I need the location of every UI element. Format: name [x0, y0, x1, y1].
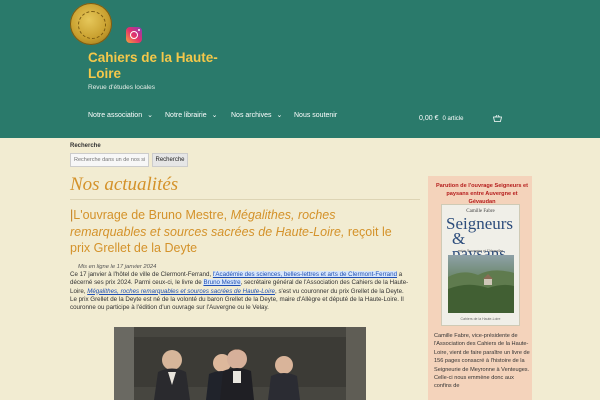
nav-item-label: Nos archives [231, 112, 272, 119]
chevron-down-icon: ⌄ [147, 112, 153, 119]
site-tagline: Revue d'études locales [88, 84, 156, 91]
page-title: Nos actualités [70, 174, 179, 195]
landscape-illustration [448, 270, 514, 313]
logo-ring [78, 11, 106, 39]
cart-link[interactable]: 0,00 € 0 article [419, 115, 503, 122]
sidebar-heading[interactable]: Parution de l'ouvrage Seigneurs et paysa… [434, 182, 530, 206]
post-body: Ce 17 janvier à l'hôtel de ville de Cler… [70, 271, 416, 312]
book-subtitle: entre Auvergne et Gévaudan [457, 248, 504, 253]
text: , s'est vu couronner du prix Grellet de … [275, 287, 404, 295]
instagram-ring [130, 31, 138, 39]
sidebar-text: Camille Fabre, vice-présidente de l'Asso… [434, 333, 530, 390]
post-title-part1: L'ouvrage de Bruno Mestre, [73, 208, 231, 222]
basket-icon [493, 115, 503, 122]
paragraph-2: Le prix Grellet de la Deyte est né de la… [70, 295, 404, 312]
book-link[interactable]: Mégalithes, roches remarquables et sourc… [87, 288, 275, 295]
nav-item-soutenir[interactable]: Nous soutenir [294, 112, 337, 119]
book-publisher: Cahiers de la Haute-Loire [460, 317, 501, 321]
site-title[interactable]: Cahiers de la Haute-Loire [88, 50, 248, 82]
text: Ce 17 janvier à l'hôtel de ville de Cler… [70, 271, 213, 278]
search-button[interactable]: Recherche [152, 153, 188, 167]
site-header: Cahiers de la Haute-Loire Revue d'études… [0, 0, 600, 138]
paragraph-1: Ce 17 janvier à l'hôtel de ville de Cler… [70, 271, 416, 296]
divider [70, 199, 420, 200]
academie-link[interactable]: l'Académie des sciences, belles-lettres … [212, 271, 398, 278]
nav-item-label: Notre librairie [165, 112, 207, 119]
award-photo [114, 327, 366, 400]
nav-item-librairie[interactable]: Notre librairie ⌄ [165, 112, 218, 119]
search-label: Recherche [70, 143, 101, 149]
nav-item-association[interactable]: Notre association ⌄ [88, 112, 153, 119]
chevron-down-icon: ⌄ [211, 112, 218, 119]
book-landscape-image [448, 255, 514, 313]
post-title[interactable]: |L'ouvrage de Bruno Mestre, Mégalithes, … [70, 207, 410, 257]
nav-item-label: Notre association [88, 112, 143, 119]
cart-count: 0 article [442, 115, 464, 122]
cart-amount: 0,00 € [419, 115, 439, 122]
nav-item-archives[interactable]: Nos archives ⌄ [231, 112, 282, 119]
book-cover[interactable]: Camille Fabre Seigneurs & paysans entre … [441, 204, 520, 326]
post-date: Mis en ligne le 17 janvier 2024 [78, 264, 157, 270]
search-input[interactable] [70, 153, 149, 167]
instagram-dot [138, 29, 140, 31]
gold-coin-logo[interactable] [70, 3, 112, 45]
author-link[interactable]: Bruno Mestre [203, 279, 241, 287]
chevron-down-icon: ⌄ [276, 112, 283, 119]
nav-item-label: Nous soutenir [294, 112, 338, 119]
instagram-icon[interactable] [126, 27, 142, 43]
photo-illustration [114, 327, 366, 400]
